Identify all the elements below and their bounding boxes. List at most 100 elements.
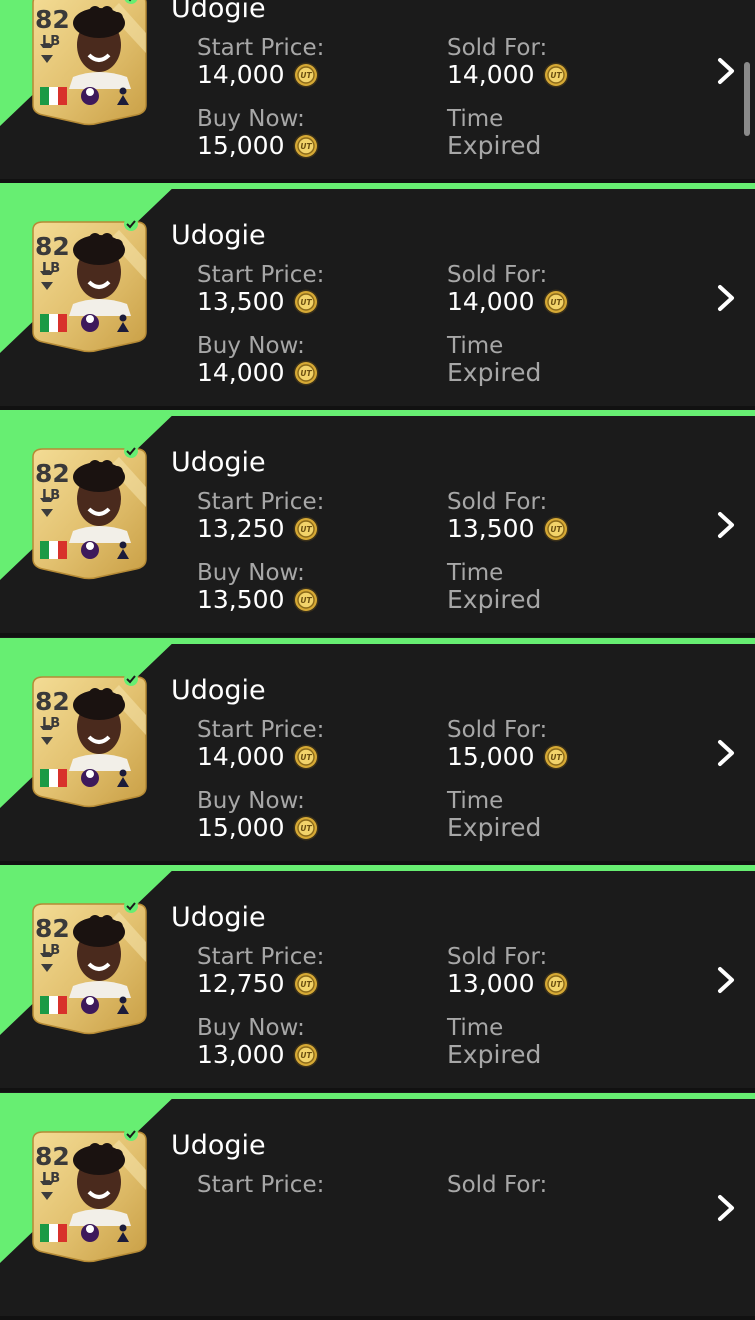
time-label: Time xyxy=(447,1015,504,1041)
start-price-label: Start Price: xyxy=(197,1172,325,1198)
svg-text:UT: UT xyxy=(301,369,313,378)
card-rating: 82 xyxy=(35,687,70,716)
svg-text:UT: UT xyxy=(301,980,313,989)
card-position: LB xyxy=(42,943,61,958)
chevron-right-icon[interactable] xyxy=(712,283,738,313)
start-price-label: Start Price: xyxy=(197,944,325,970)
svg-text:UT: UT xyxy=(301,753,313,762)
svg-text:UT: UT xyxy=(301,142,313,151)
transfer-list-item[interactable]: 82 LB Udogie Start Price: Sold For: 13,500 UT 1… xyxy=(0,183,755,410)
sold-for-label: Sold For: xyxy=(447,489,548,515)
svg-text:UT: UT xyxy=(551,980,563,989)
start-price-label: Start Price: xyxy=(197,35,325,61)
coin-icon: UT xyxy=(543,971,569,997)
svg-text:UT: UT xyxy=(301,596,313,605)
player-name: Udogie xyxy=(171,902,266,933)
sold-for-label: Sold For: xyxy=(447,35,548,61)
chevron-right-icon[interactable] xyxy=(712,510,738,540)
transfer-list: 82 LB Udogie Start Price: Sold For: 14,000 UT 1… xyxy=(0,0,755,1320)
coin-icon: UT xyxy=(293,971,319,997)
player-name: Udogie xyxy=(171,675,266,706)
player-name: Udogie xyxy=(171,1130,266,1161)
start-price-value: 13,250 UT xyxy=(197,515,319,543)
sold-for-value: 13,500 UT xyxy=(447,515,569,543)
card-rating: 82 xyxy=(35,5,70,34)
card-position: LB xyxy=(42,488,61,503)
chevron-right-icon[interactable] xyxy=(712,1193,738,1223)
time-value: Expired xyxy=(447,813,542,842)
time-label: Time xyxy=(447,560,504,586)
chevron-right-icon[interactable] xyxy=(712,56,738,86)
transfer-list-item[interactable]: 82 LB Udogie Start Price: Sold For: 14,000 UT 1… xyxy=(0,638,755,865)
chevron-right-icon[interactable] xyxy=(712,738,738,768)
svg-text:UT: UT xyxy=(551,753,563,762)
start-price-value: 13,500 UT xyxy=(197,288,319,316)
time-value: Expired xyxy=(447,131,542,160)
buy-now-value: 15,000 UT xyxy=(197,814,319,842)
coin-icon: UT xyxy=(293,744,319,770)
card-position: LB xyxy=(42,1171,61,1186)
coin-icon: UT xyxy=(293,815,319,841)
card-rating: 82 xyxy=(35,459,70,488)
start-price-value: 14,000 UT xyxy=(197,743,319,771)
time-value: Expired xyxy=(447,358,542,387)
coin-icon: UT xyxy=(293,1042,319,1068)
transfer-list-item[interactable]: 82 LB Udogie Start Price: Sold For: 13,250 UT 1… xyxy=(0,410,755,637)
svg-text:UT: UT xyxy=(301,1051,313,1060)
svg-text:UT: UT xyxy=(301,525,313,534)
sold-for-label: Sold For: xyxy=(447,1172,548,1198)
buy-now-label: Buy Now: xyxy=(197,1015,305,1041)
coin-icon: UT xyxy=(293,62,319,88)
start-price-value: 14,000 UT xyxy=(197,61,319,89)
coin-icon: UT xyxy=(293,360,319,386)
transfer-list-item[interactable]: 82 LB Udogie Start Price: Sold For: 12,750 UT 1… xyxy=(0,865,755,1092)
start-price-label: Start Price: xyxy=(197,717,325,743)
chevron-right-icon[interactable] xyxy=(712,965,738,995)
transfer-list-item[interactable]: 82 LB Udogie Start Price: Sold For: xyxy=(0,1093,755,1320)
coin-icon: UT xyxy=(543,62,569,88)
transfer-list-item[interactable]: 82 LB Udogie Start Price: Sold For: 14,000 UT 1… xyxy=(0,0,755,183)
time-value: Expired xyxy=(447,585,542,614)
sold-for-value: 15,000 UT xyxy=(447,743,569,771)
coin-icon: UT xyxy=(293,587,319,613)
player-name: Udogie xyxy=(171,447,266,478)
coin-icon: UT xyxy=(543,516,569,542)
sold-for-value: 14,000 UT xyxy=(447,61,569,89)
time-label: Time xyxy=(447,788,504,814)
buy-now-value: 13,500 UT xyxy=(197,586,319,614)
card-rating: 82 xyxy=(35,1142,70,1171)
svg-text:UT: UT xyxy=(301,298,313,307)
card-rating: 82 xyxy=(35,232,70,261)
sold-for-label: Sold For: xyxy=(447,262,548,288)
buy-now-label: Buy Now: xyxy=(197,333,305,359)
coin-icon: UT xyxy=(543,744,569,770)
player-name: Udogie xyxy=(171,220,266,251)
buy-now-value: 14,000 UT xyxy=(197,359,319,387)
coin-icon: UT xyxy=(293,516,319,542)
sold-for-label: Sold For: xyxy=(447,717,548,743)
buy-now-label: Buy Now: xyxy=(197,788,305,814)
svg-text:UT: UT xyxy=(551,525,563,534)
time-value: Expired xyxy=(447,1040,542,1069)
card-position: LB xyxy=(42,261,61,276)
coin-icon: UT xyxy=(293,133,319,159)
scrollbar[interactable] xyxy=(744,62,750,136)
sold-for-value: 13,000 UT xyxy=(447,970,569,998)
time-label: Time xyxy=(447,106,504,132)
start-price-label: Start Price: xyxy=(197,489,325,515)
sold-for-label: Sold For: xyxy=(447,944,548,970)
start-price-label: Start Price: xyxy=(197,262,325,288)
svg-text:UT: UT xyxy=(551,71,563,80)
player-name: Udogie xyxy=(171,0,266,24)
svg-text:UT: UT xyxy=(301,71,313,80)
buy-now-label: Buy Now: xyxy=(197,560,305,586)
card-position: LB xyxy=(42,34,61,49)
coin-icon: UT xyxy=(543,289,569,315)
start-price-value: 12,750 UT xyxy=(197,970,319,998)
buy-now-value: 13,000 UT xyxy=(197,1041,319,1069)
card-rating: 82 xyxy=(35,914,70,943)
buy-now-value: 15,000 UT xyxy=(197,132,319,160)
svg-text:UT: UT xyxy=(301,824,313,833)
svg-text:UT: UT xyxy=(551,298,563,307)
buy-now-label: Buy Now: xyxy=(197,106,305,132)
